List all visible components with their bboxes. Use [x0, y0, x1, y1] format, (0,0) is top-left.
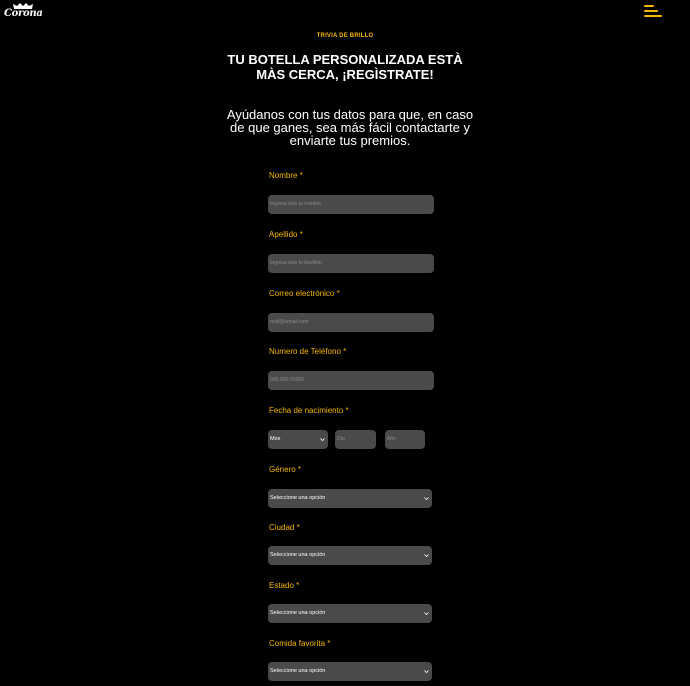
- estado-select-value: Seleccione una opción: [270, 610, 326, 616]
- comida-select[interactable]: Seleccione una opción: [268, 662, 432, 681]
- chevron-down-icon: [424, 670, 429, 674]
- page-title-line-2: MÀS CERCA, ¡REGÌSTRATE!: [256, 67, 434, 82]
- page-subtitle: Ayúdanos con tus datos para que, en caso…: [220, 108, 480, 147]
- chevron-down-icon: [424, 612, 429, 616]
- mes-select[interactable]: Mes: [268, 430, 328, 449]
- ciudad-select-value: Seleccione una opción: [270, 552, 326, 558]
- section-eyebrow: TRIVIA DE BRILLO: [316, 33, 374, 39]
- chevron-down-icon: [320, 438, 325, 442]
- mes-select-value: Mes: [270, 436, 281, 442]
- comida-label: Comida favorita *: [269, 639, 331, 648]
- telefono-input[interactable]: [268, 371, 434, 390]
- estado-select[interactable]: Seleccione una opción: [268, 604, 432, 623]
- hamburger-menu-icon[interactable]: [644, 5, 662, 17]
- dia-input[interactable]: Día: [335, 430, 376, 449]
- subtitle-line-3: enviarte tus premios.: [289, 133, 411, 148]
- ciudad-select[interactable]: Seleccione una opción: [268, 546, 432, 565]
- estado-label: Estado *: [269, 581, 300, 590]
- genero-label: Género *: [269, 465, 302, 474]
- comida-select-value: Seleccione una opción: [270, 668, 326, 674]
- chevron-down-icon: [424, 554, 429, 558]
- nombre-input[interactable]: [268, 195, 434, 214]
- anio-input[interactable]: Año: [385, 430, 425, 449]
- correo-input[interactable]: [268, 313, 434, 332]
- corona-logo[interactable]: Corona: [4, 3, 43, 19]
- page-title: TU BOTELLA PERSONALIZADA ESTÀ MÀS CERCA,…: [0, 52, 690, 82]
- apellido-input[interactable]: [268, 254, 434, 273]
- apellido-label: Apellido *: [269, 230, 303, 239]
- ciudad-label: Ciudad *: [269, 523, 300, 532]
- nombre-label: Nombre *: [269, 171, 303, 180]
- nacimiento-label: Fecha de nacimiento *: [269, 406, 349, 415]
- logo-wordmark: Corona: [4, 8, 43, 19]
- page-title-line-1: TU BOTELLA PERSONALIZADA ESTÀ: [227, 52, 463, 67]
- genero-select-value: Seleccione una opción: [270, 495, 326, 501]
- telefono-label: Numero de Teléfono *: [269, 347, 347, 356]
- chevron-down-icon: [424, 497, 429, 501]
- correo-label: Correo electrónico *: [269, 289, 340, 298]
- genero-select[interactable]: Seleccione una opción: [268, 489, 432, 508]
